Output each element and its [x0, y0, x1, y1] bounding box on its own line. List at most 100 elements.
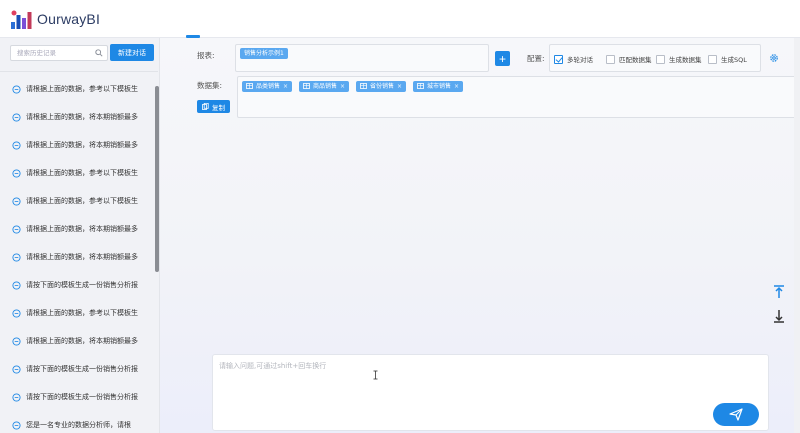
- chat-bubble-icon: [12, 364, 21, 374]
- report-tag-text: 销售分析示例1: [244, 50, 284, 57]
- generate-sql-checkbox[interactable]: [708, 54, 717, 64]
- copy-icon: [202, 103, 209, 110]
- dataset-tag-text: 城市销售: [427, 83, 452, 90]
- send-button[interactable]: [713, 403, 759, 426]
- chat-bubble-icon: [12, 336, 21, 346]
- report-selector[interactable]: 销售分析示例1: [235, 44, 489, 72]
- app-header: OurwayBI: [0, 0, 800, 38]
- brand-name: OurwayBI: [37, 11, 101, 27]
- dataset-tag-text: 商品销售: [313, 83, 338, 90]
- config-label: 配置:: [527, 54, 545, 63]
- copy-button-label: 复制: [212, 103, 225, 112]
- chat-bubble-icon: [12, 392, 21, 402]
- dataset-tag-text: 品类销售: [256, 83, 281, 90]
- history-item-text: 请按下面的模板生成一份销售分析报: [26, 365, 138, 373]
- history-item-text: 请根据上面的数据，参考以下模板生: [26, 197, 138, 205]
- dataset-tag-text: 省份销售: [370, 83, 395, 90]
- chat-bubble-icon: [12, 280, 21, 290]
- history-item[interactable]: 请根据上面的数据，将本期销额最多: [0, 327, 156, 355]
- history-item-text: 请根据上面的数据，参考以下模板生: [26, 309, 138, 317]
- chat-bubble-icon: [12, 140, 21, 150]
- chat-bubble-icon: [12, 308, 21, 318]
- option-match-dataset[interactable]: 匹配数据集: [606, 54, 652, 64]
- chat-bubble-icon: [12, 252, 21, 262]
- history-item-text: 请按下面的模板生成一份销售分析报: [26, 393, 138, 401]
- history-item[interactable]: 请根据上面的数据，参考以下模板生: [0, 75, 156, 103]
- ourwaybi-logo-icon: [11, 10, 32, 29]
- history-item[interactable]: 请根据上面的数据，将本期销额最多: [0, 243, 156, 271]
- chat-bubble-icon: [12, 224, 21, 234]
- history-item[interactable]: 您是一名专业的数据分析师，请根: [0, 411, 156, 433]
- history-search-box[interactable]: [10, 45, 108, 61]
- history-item[interactable]: 请按下面的模板生成一份销售分析报: [0, 383, 156, 411]
- search-icon[interactable]: [95, 49, 103, 57]
- chat-bubble-icon: [12, 84, 21, 94]
- main-panel: 报表: 销售分析示例1 + 配置: 多轮对话 匹配数据集 生成数据集 生成SQL…: [160, 38, 800, 433]
- history-item-text: 请根据上面的数据，将本期销额最多: [26, 225, 138, 233]
- table-icon: [360, 82, 367, 89]
- table-icon: [246, 82, 253, 89]
- history-item[interactable]: 请根据上面的数据，将本期销额最多: [0, 103, 156, 131]
- dataset-tag[interactable]: 品类销售 ×: [242, 81, 293, 92]
- generate-dataset-checkbox[interactable]: [656, 54, 665, 64]
- dataset-selector[interactable]: 品类销售 × 商品销售 × 省份销售 × 城市销售 ×: [237, 76, 800, 118]
- sidebar: 新建对话 请根据上面的数据，参考以下模板生 请根据上面的数据，将本期销额最多 请…: [0, 38, 160, 433]
- history-item[interactable]: 请按下面的模板生成一份销售分析报: [0, 355, 156, 383]
- question-input-box[interactable]: [212, 354, 769, 431]
- sidebar-divider: [0, 71, 158, 72]
- history-item-text: 请根据上面的数据，将本期销额最多: [26, 253, 138, 261]
- config-options: 多轮对话 匹配数据集 生成数据集 生成SQL: [549, 44, 761, 72]
- close-icon[interactable]: ×: [454, 83, 459, 90]
- history-item-text: 请根据上面的数据，参考以下模板生: [26, 85, 138, 93]
- chat-bubble-icon: [12, 196, 21, 206]
- new-chat-button[interactable]: 新建对话: [110, 44, 154, 61]
- text-cursor-icon: [373, 370, 378, 380]
- history-item[interactable]: 请根据上面的数据，将本期销额最多: [0, 131, 156, 159]
- history-item-text: 请根据上面的数据，将本期销额最多: [26, 337, 138, 345]
- history-search-input[interactable]: [17, 47, 95, 59]
- close-icon[interactable]: ×: [283, 83, 288, 90]
- history-item[interactable]: 请根据上面的数据，参考以下模板生: [0, 299, 156, 327]
- history-item[interactable]: 请根据上面的数据，参考以下模板生: [0, 159, 156, 187]
- chat-bubble-icon: [12, 112, 21, 122]
- close-icon[interactable]: ×: [397, 83, 402, 90]
- gear-icon[interactable]: [769, 53, 779, 63]
- page-scrollbar-track[interactable]: [794, 38, 800, 433]
- multi-turn-checkbox[interactable]: [554, 54, 563, 64]
- match-dataset-checkbox[interactable]: [606, 54, 615, 64]
- option-generate-sql[interactable]: 生成SQL: [708, 54, 747, 64]
- option-generate-dataset[interactable]: 生成数据集: [656, 54, 702, 64]
- history-item-text: 请根据上面的数据，参考以下模板生: [26, 169, 138, 177]
- report-tag[interactable]: 销售分析示例1: [240, 48, 288, 59]
- close-icon[interactable]: ×: [340, 83, 345, 90]
- history-scrollbar[interactable]: [155, 86, 159, 272]
- report-label: 报表:: [197, 51, 215, 60]
- history-item-text: 您是一名专业的数据分析师，请根: [26, 421, 131, 429]
- scroll-top-icon[interactable]: [772, 284, 786, 300]
- question-input[interactable]: [219, 361, 759, 401]
- chat-history-list: 请根据上面的数据，参考以下模板生 请根据上面的数据，将本期销额最多 请根据上面的…: [0, 75, 156, 433]
- option-multi-turn[interactable]: 多轮对话: [554, 54, 593, 64]
- copy-button[interactable]: 复制: [197, 100, 230, 113]
- option-label: 匹配数据集: [619, 56, 652, 64]
- option-label: 生成SQL: [721, 56, 747, 64]
- history-item[interactable]: 请根据上面的数据，参考以下模板生: [0, 187, 156, 215]
- option-label: 生成数据集: [669, 56, 702, 64]
- option-label: 多轮对话: [567, 56, 593, 64]
- scroll-bottom-icon[interactable]: [772, 308, 786, 324]
- history-item[interactable]: 请根据上面的数据，将本期销额最多: [0, 215, 156, 243]
- dataset-tag[interactable]: 省份销售 ×: [356, 81, 407, 92]
- history-item[interactable]: 请按下面的模板生成一份销售分析报: [0, 271, 156, 299]
- chat-bubble-icon: [12, 168, 21, 178]
- table-icon: [303, 82, 310, 89]
- history-item-text: 请根据上面的数据，将本期销额最多: [26, 113, 138, 121]
- add-report-button[interactable]: +: [495, 51, 510, 66]
- dataset-label: 数据集:: [197, 81, 223, 90]
- send-icon: [729, 408, 743, 421]
- chat-bubble-icon: [12, 420, 21, 430]
- table-icon: [417, 82, 424, 89]
- history-item-text: 请按下面的模板生成一份销售分析报: [26, 281, 138, 289]
- dataset-tag[interactable]: 商品销售 ×: [299, 81, 350, 92]
- dataset-tag[interactable]: 城市销售 ×: [413, 81, 464, 92]
- history-item-text: 请根据上面的数据，将本期销额最多: [26, 141, 138, 149]
